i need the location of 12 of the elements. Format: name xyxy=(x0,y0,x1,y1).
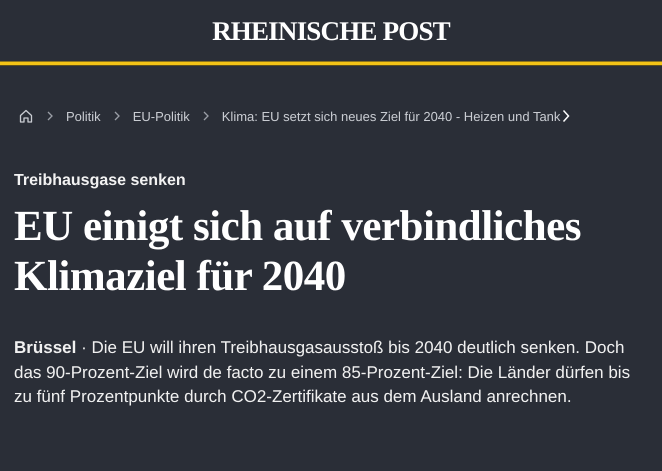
article-lead: Brüssel · Die EU will ihren Treibhausgasausstoß bis 2040 deutlich senken. Doch das 90-Prozent-Ziel wird de facto zu einem 85-Prozent-Ziel: Die Länder dürfen bis zu fünf Prozentpunkte durch CO2-Zertifikate aus dem Ausland anrechnen. xyxy=(14,337,632,408)
breadcrumb-link[interactable]: Politik xyxy=(66,108,101,124)
scroll-right-icon[interactable] xyxy=(562,109,570,123)
breadcrumb-link[interactable]: EU-Politik xyxy=(132,108,190,124)
breadcrumb-link[interactable]: Klima: EU setzt sich neues Ziel für 2040 - Heizen und Tank xyxy=(222,108,560,124)
chevron-right-icon xyxy=(112,111,121,121)
chevron-right-icon xyxy=(46,111,54,121)
site-logo[interactable]: RHEINISCHE POST xyxy=(212,16,450,47)
article-headline: EU einigt sich auf verbindliches Klimaziel für 2040 xyxy=(14,202,582,302)
article-kicker: Treibhausgase senken xyxy=(14,172,187,190)
chevron-right-icon xyxy=(202,111,210,121)
home-icon[interactable] xyxy=(18,108,34,124)
